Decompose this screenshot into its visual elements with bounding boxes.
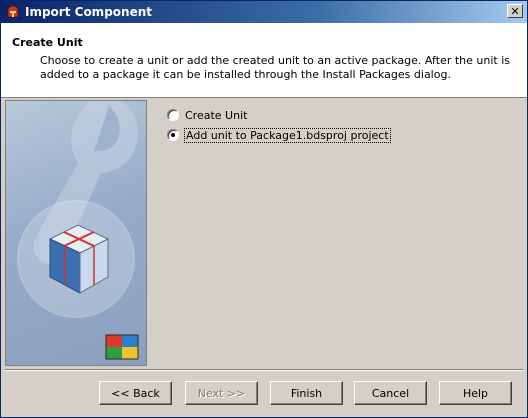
create-unit-label[interactable]: Create Unit	[185, 109, 247, 122]
close-icon: ✕	[510, 4, 520, 18]
back-button[interactable]: << Back	[99, 381, 172, 405]
wizard-header: Create Unit Choose to create a unit or a…	[1, 23, 527, 98]
title-bar[interactable]: Import Component ✕	[1, 1, 527, 23]
page-description: Choose to create a unit or add the creat…	[40, 54, 510, 82]
page-title: Create Unit	[12, 36, 83, 49]
help-button[interactable]: Help	[439, 381, 512, 405]
create-unit-radio[interactable]	[167, 109, 179, 121]
cancel-button[interactable]: Cancel	[354, 381, 427, 405]
footer-divider	[5, 369, 523, 371]
close-button[interactable]: ✕	[507, 4, 523, 18]
import-component-dialog: Import Component ✕ Create Unit Choose to…	[0, 0, 528, 418]
next-button[interactable]: Next >>	[185, 381, 258, 405]
add-to-package-radio[interactable]	[167, 129, 179, 141]
wizard-sidebar-image	[5, 100, 147, 366]
add-to-package-label[interactable]: Add unit to Package1.bdsproj project	[184, 127, 391, 143]
component-cube-wrench-illustration	[17, 101, 139, 360]
delphi-helmet-icon	[7, 5, 19, 18]
option-create-unit[interactable]: Create Unit	[167, 107, 247, 123]
finish-button[interactable]: Finish	[270, 381, 343, 405]
description-line: added to a package it can be installed t…	[40, 68, 451, 81]
window-title: Import Component	[25, 5, 152, 19]
option-add-to-package[interactable]: Add unit to Package1.bdsproj project	[167, 127, 391, 143]
description-line: Choose to create a unit or add the creat…	[40, 54, 510, 67]
